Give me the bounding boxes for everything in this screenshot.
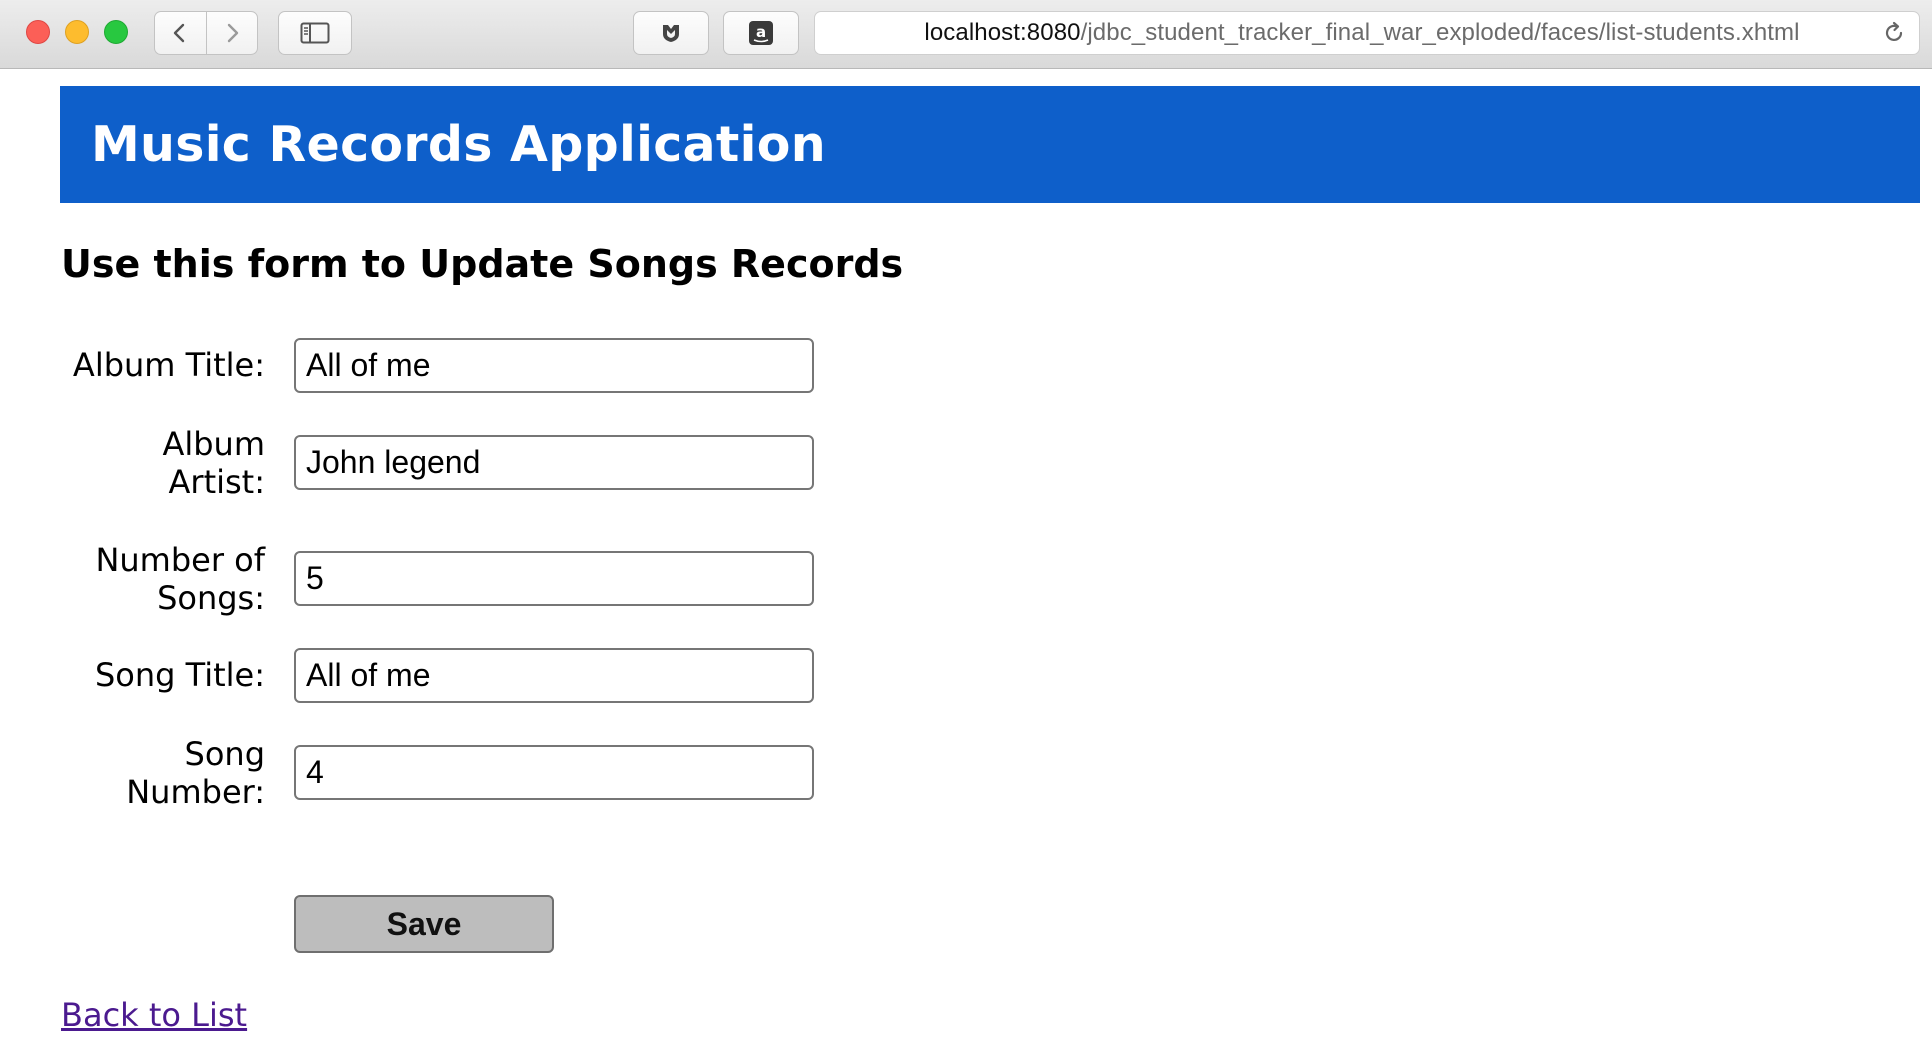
zoom-window-button[interactable] xyxy=(104,20,128,44)
chevron-right-icon xyxy=(227,23,238,43)
form-heading: Use this form to Update Songs Records xyxy=(61,242,904,286)
song-number-label: Song Number: xyxy=(126,735,265,811)
shield-extension-icon xyxy=(663,25,679,42)
minimize-window-button[interactable] xyxy=(65,20,89,44)
save-button[interactable]: Save xyxy=(294,895,554,953)
label-line: Song xyxy=(184,735,265,773)
amazon-extension-button[interactable]: a xyxy=(723,11,799,55)
page-content: Music Records Application Use this form … xyxy=(0,70,1932,1062)
close-window-button[interactable] xyxy=(26,20,50,44)
back-to-list-link[interactable]: Back to List xyxy=(61,996,247,1034)
url-host: localhost:8080 xyxy=(924,19,1081,46)
label-line: Song Title: xyxy=(94,656,265,694)
label-line: Songs: xyxy=(157,579,265,617)
forward-button[interactable] xyxy=(207,12,258,54)
sidebar-icon xyxy=(300,22,330,44)
label-line: Number of xyxy=(95,541,265,579)
album-title-label: Album Title: xyxy=(73,346,265,384)
album-artist-input[interactable]: John legend xyxy=(294,435,814,490)
label-line: Album xyxy=(162,425,265,463)
album-title-input[interactable]: All of me xyxy=(294,338,814,393)
address-bar[interactable]: localhost:8080/jdbc_student_tracker_fina… xyxy=(814,11,1920,55)
chevron-left-icon xyxy=(174,23,185,43)
number-of-songs-label: Number of Songs: xyxy=(95,541,265,617)
label-line: Artist: xyxy=(168,463,265,501)
url-path: /jdbc_student_tracker_final_war_exploded… xyxy=(1080,19,1800,46)
number-of-songs-input[interactable]: 5 xyxy=(294,551,814,606)
url-text: localhost:8080/jdbc_student_tracker_fina… xyxy=(815,19,1869,47)
song-title-input[interactable]: All of me xyxy=(294,648,814,703)
svg-text:a: a xyxy=(756,23,766,41)
reload-icon xyxy=(1885,21,1903,42)
browser-toolbar: a localhost:8080/jdbc_student_tracker_fi… xyxy=(0,0,1932,69)
app-title: Music Records Application xyxy=(91,116,826,173)
label-line: Number: xyxy=(126,773,265,811)
song-number-input[interactable]: 4 xyxy=(294,745,814,800)
amazon-extension-icon: a xyxy=(749,21,773,45)
label-line: Album Title: xyxy=(72,346,265,384)
song-title-label: Song Title: xyxy=(95,656,265,694)
album-artist-label: Album Artist: xyxy=(162,425,265,501)
navigation-buttons xyxy=(154,11,258,55)
reload-button[interactable] xyxy=(1869,20,1919,46)
shield-extension-button[interactable] xyxy=(633,11,709,55)
back-button[interactable] xyxy=(155,12,207,54)
sidebar-button[interactable] xyxy=(278,11,352,55)
app-header: Music Records Application xyxy=(60,86,1920,203)
